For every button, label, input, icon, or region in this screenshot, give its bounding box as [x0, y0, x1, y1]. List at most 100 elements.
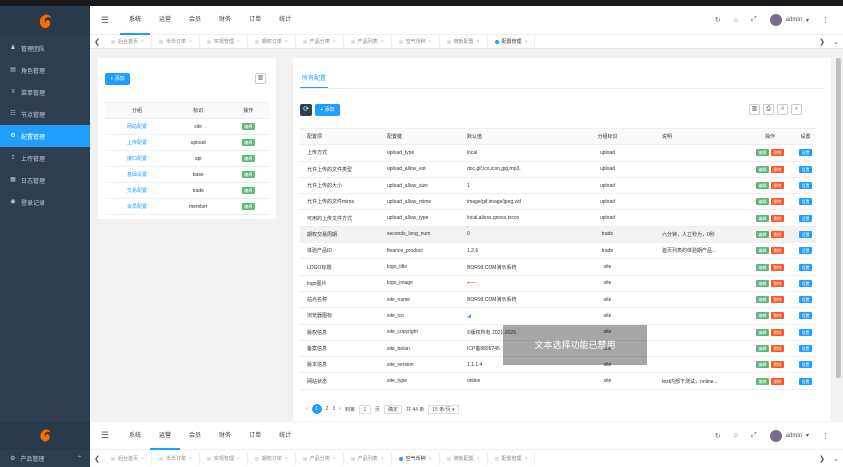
edit-button[interactable]: 编辑 — [241, 203, 255, 210]
tab-item[interactable]: 期权订单 × — [248, 34, 296, 49]
edit-button[interactable]: 编辑 — [756, 230, 769, 238]
settings-button[interactable]: 设置 — [799, 377, 812, 385]
settings-button[interactable]: 设置 — [799, 247, 812, 255]
sidebar-item-6[interactable]: ▦ 日志管理 — [0, 169, 90, 191]
close-icon[interactable]: × — [189, 39, 192, 45]
delete-button[interactable]: 删除 — [771, 296, 784, 304]
tab-item[interactable]: 产品分类 × — [296, 34, 344, 49]
tab-item[interactable]: 产品列表 × — [344, 451, 392, 466]
print-icon[interactable]: ⎙ — [763, 104, 774, 115]
tabs-right-icon[interactable]: ❯ — [815, 38, 829, 46]
edit-button[interactable]: 编辑 — [241, 171, 255, 178]
add-config-button[interactable]: + 添加 — [315, 104, 340, 116]
settings-button[interactable]: 设置 — [799, 230, 812, 238]
next-page-icon[interactable]: › — [339, 406, 341, 412]
tabs-right-icon[interactable]: ❯ — [815, 455, 829, 463]
delete-button[interactable]: 删除 — [771, 345, 784, 352]
tabs-left-icon[interactable]: ❮ — [90, 455, 104, 463]
delete-button[interactable]: 删除 — [771, 279, 784, 287]
edit-button[interactable]: 编辑 — [756, 345, 769, 352]
scrollbar[interactable] — [836, 58, 841, 398]
settings-button[interactable]: 设置 — [799, 182, 812, 190]
refresh-icon[interactable]: ↻ — [715, 432, 721, 440]
close-icon[interactable]: × — [285, 39, 288, 45]
close-icon[interactable]: × — [525, 456, 528, 462]
close-icon[interactable]: × — [141, 39, 144, 45]
edit-button[interactable]: 编辑 — [756, 279, 769, 287]
edit-button[interactable]: 编辑 — [756, 182, 769, 190]
columns-icon[interactable]: ▥ — [255, 73, 266, 84]
fullscreen-icon[interactable]: ⤢ — [751, 432, 757, 440]
scrollbar-thumb[interactable] — [836, 58, 841, 378]
tab-item[interactable]: 期权订单 × — [248, 451, 296, 466]
prev-page-icon[interactable]: ‹ — [306, 406, 308, 412]
tab-item[interactable]: 空气币种 × — [392, 451, 440, 466]
edit-button[interactable]: 编辑 — [241, 139, 255, 146]
page-number[interactable]: 2 — [326, 406, 329, 412]
edit-button[interactable]: 编辑 — [756, 198, 769, 206]
top-nav-item[interactable]: 订单 — [240, 422, 270, 450]
page-number[interactable]: 1 — [311, 404, 322, 414]
settings-button[interactable]: 设置 — [799, 296, 812, 304]
edit-button[interactable]: 编辑 — [756, 165, 769, 173]
delete-button[interactable]: 删除 — [771, 230, 784, 238]
sidebar-item-5[interactable]: ⇪ 上传管理 — [0, 147, 90, 169]
settings-button[interactable]: 设置 — [799, 312, 812, 320]
delete-button[interactable]: 删除 — [771, 198, 784, 206]
sidebar-item-4[interactable]: ⚙ 配置管理 — [0, 125, 90, 147]
clear-icon[interactable]: ⌂ — [734, 17, 738, 24]
sidebar-item-products[interactable]: ⚙ 产品管理 ⌃ — [0, 450, 90, 467]
settings-button[interactable]: 设置 — [799, 214, 812, 222]
edit-button[interactable]: 编辑 — [756, 361, 769, 369]
tab-item[interactable]: 牌板配置 × — [440, 451, 488, 466]
refresh-button[interactable]: ⟳ — [300, 104, 312, 116]
hamburger-icon[interactable]: ☰ — [90, 15, 120, 26]
group-name[interactable]: 上传配置 — [105, 134, 169, 151]
search-icon[interactable]: ⌕ — [791, 104, 802, 115]
add-group-button[interactable]: + 添加 — [105, 73, 130, 85]
settings-button[interactable]: 设置 — [799, 165, 812, 173]
sidebar-item-3[interactable]: ☷ 节点管理 — [0, 103, 90, 125]
settings-button[interactable]: 设置 — [799, 345, 812, 352]
tab-item[interactable]: 产品列表 × — [344, 34, 392, 49]
edit-button[interactable]: 编辑 — [756, 296, 769, 304]
sidebar-item-7[interactable]: ◉ 登录记录 — [0, 191, 90, 213]
top-nav-item[interactable]: 系统 — [120, 6, 151, 35]
top-nav-item[interactable]: 会员 — [180, 6, 210, 35]
close-icon[interactable]: × — [237, 39, 240, 45]
logo[interactable] — [0, 6, 90, 37]
refresh-icon[interactable]: ↻ — [715, 16, 721, 24]
edit-button[interactable]: 编辑 — [241, 155, 255, 162]
settings-button[interactable]: 设置 — [799, 328, 812, 336]
top-nav-item[interactable]: 会员 — [180, 422, 210, 450]
delete-button[interactable]: 删除 — [771, 182, 784, 190]
close-icon[interactable]: × — [333, 456, 336, 462]
edit-button[interactable]: 编辑 — [756, 214, 769, 222]
settings-button[interactable]: 设置 — [799, 361, 812, 369]
tab-item[interactable]: 牌板配置 × — [440, 34, 488, 49]
top-nav-item[interactable]: 统计 — [270, 6, 300, 35]
group-name[interactable]: 会员配置 — [105, 198, 169, 215]
tab-item[interactable]: 实现管理 × — [200, 451, 248, 466]
settings-button[interactable]: 设置 — [799, 263, 812, 271]
close-icon[interactable]: × — [429, 39, 432, 45]
tab-item[interactable]: 币币订单 × — [152, 34, 200, 49]
delete-button[interactable]: 删除 — [771, 149, 784, 157]
edit-button[interactable]: 编辑 — [756, 263, 769, 271]
sidebar-item-1[interactable]: ▤ 角色管理 — [0, 59, 90, 81]
settings-button[interactable]: 设置 — [799, 198, 812, 206]
logo[interactable] — [0, 422, 90, 450]
close-icon[interactable]: × — [477, 456, 480, 462]
user-menu[interactable]: admin ▾ — [769, 429, 809, 442]
tabs-menu-icon[interactable]: ⌄ — [829, 38, 843, 46]
tab-item[interactable]: 产品分类 × — [296, 451, 344, 466]
tab-item[interactable]: 后台首页 × — [104, 451, 152, 466]
top-nav-item[interactable]: 统计 — [270, 422, 300, 450]
top-nav-item[interactable]: 财务 — [210, 422, 240, 450]
delete-button[interactable]: 删除 — [771, 165, 784, 173]
tab-item[interactable]: 币币订单 × — [152, 451, 200, 466]
tab-all-config[interactable]: 所有配置 — [300, 73, 329, 89]
edit-button[interactable]: 编辑 — [241, 123, 255, 130]
top-nav-item[interactable]: 订单 — [240, 6, 270, 35]
edit-button[interactable]: 编辑 — [756, 247, 769, 255]
